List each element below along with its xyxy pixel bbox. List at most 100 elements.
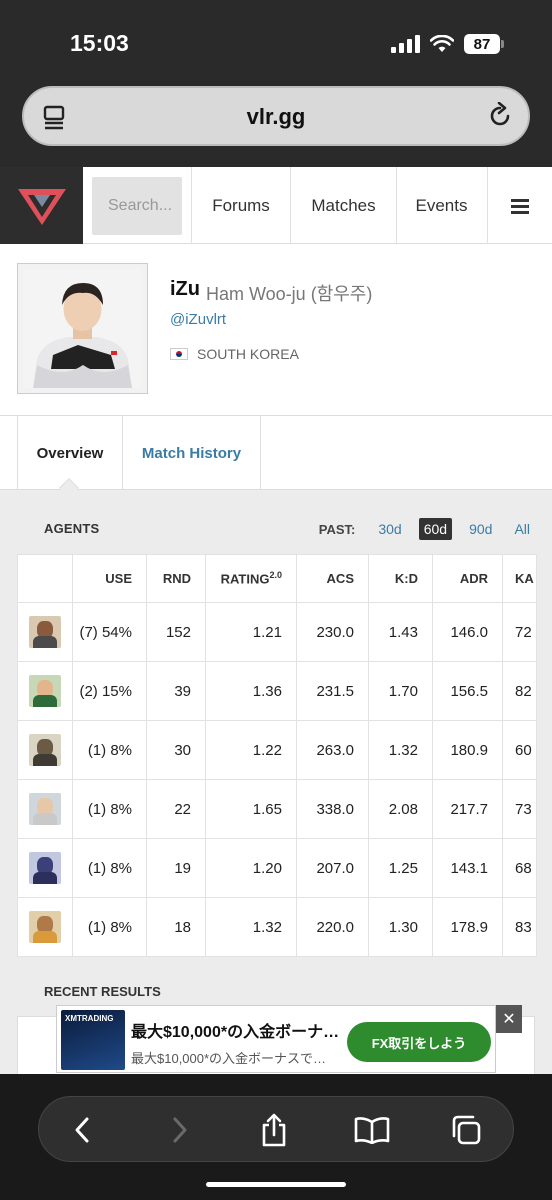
rating-cell: 1.36 (205, 661, 297, 721)
acs-cell: 220.0 (296, 897, 369, 957)
wifi-icon (430, 35, 454, 52)
rating-version: 2.0 (269, 570, 282, 581)
agent-portrait-icon (29, 734, 61, 766)
rating-cell: 1.20 (205, 838, 297, 898)
search-input[interactable]: Search... (92, 177, 182, 235)
adr-cell: 146.0 (432, 602, 503, 662)
player-alias: iZu (170, 278, 200, 300)
forward-button[interactable] (161, 1111, 199, 1149)
acs-cell: 231.5 (296, 661, 369, 721)
player-country: SOUTH KOREA (170, 346, 299, 362)
agent-cell (17, 602, 73, 662)
status-time: 15:03 (70, 30, 129, 56)
agent-portrait-icon (29, 911, 61, 943)
adr-cell: 180.9 (432, 720, 503, 780)
cellular-signal-icon (391, 35, 420, 53)
recent-results-title: RECENT RESULTS (44, 984, 161, 999)
kast-cell: 83 (502, 897, 537, 957)
acs-cell: 263.0 (296, 720, 369, 780)
agent-cell (17, 661, 73, 721)
reload-icon[interactable] (486, 102, 514, 130)
ad-subtitle: 最大$10,000*の入金ボーナスで… (131, 1051, 327, 1066)
period-30d[interactable]: 30d (373, 518, 406, 540)
agent-cell (17, 779, 73, 839)
address-bar[interactable]: vlr.gg (22, 86, 530, 146)
nav-forums[interactable]: Forums (191, 167, 290, 244)
rnd-cell: 39 (146, 661, 206, 721)
ad-banner[interactable]: XMTRADING 最大$10,000*の入金ボーナ… 最大$10,000*の入… (56, 1005, 496, 1073)
safari-toolbar (0, 1074, 552, 1200)
table-row: (2) 15% 39 1.36 231.5 1.70 156.5 82 (17, 661, 537, 721)
kast-cell: 73 (502, 779, 537, 839)
adr-cell: 156.5 (432, 661, 503, 721)
toolbar-pill (38, 1096, 514, 1162)
tabs-button[interactable] (447, 1111, 485, 1149)
table-header-row: USE RND RATING2.0 ACS K:D ADR KA (17, 554, 537, 603)
player-header: iZu Ham Woo-ju (함우주) @iZuvlrt SOUTH KORE… (0, 244, 552, 416)
column-rating: RATING2.0 (205, 554, 297, 603)
agents-table: USE RND RATING2.0 ACS K:D ADR KA (7) 54%… (17, 554, 537, 957)
share-button[interactable] (255, 1111, 293, 1149)
ad-close-button[interactable]: ✕ (496, 1005, 522, 1033)
agent-cell (17, 720, 73, 780)
south-korea-flag-icon (170, 348, 188, 360)
share-icon (262, 1113, 286, 1147)
chevron-right-icon (173, 1117, 187, 1143)
status-icons: 87 (391, 34, 504, 54)
period-filter: PAST: 30d 60d 90d All (319, 518, 535, 540)
period-90d[interactable]: 90d (464, 518, 497, 540)
nav-matches[interactable]: Matches (290, 167, 396, 244)
ad-title: 最大$10,000*の入金ボーナ… (131, 1024, 340, 1041)
country-name: SOUTH KOREA (197, 346, 299, 362)
agent-column-header (17, 554, 73, 603)
player-avatar (17, 263, 148, 394)
period-60d[interactable]: 60d (418, 518, 453, 540)
back-button[interactable] (63, 1111, 101, 1149)
adr-cell: 178.9 (432, 897, 503, 957)
table-row: (1) 8% 18 1.32 220.0 1.30 178.9 83 (17, 897, 537, 957)
ad-image: XMTRADING (61, 1010, 125, 1070)
ad-brand: XMTRADING (65, 1014, 114, 1023)
chevron-left-icon (75, 1117, 89, 1143)
rating-cell: 1.65 (205, 779, 297, 839)
table-row: (1) 8% 22 1.65 338.0 2.08 217.7 73 (17, 779, 537, 839)
column-use: USE (72, 554, 147, 603)
use-cell: (1) 8% (72, 779, 147, 839)
tabs-icon (452, 1115, 481, 1145)
agent-portrait-icon (29, 793, 61, 825)
kast-cell: 60 (502, 720, 537, 780)
period-all[interactable]: All (509, 518, 535, 540)
agent-cell (17, 838, 73, 898)
vlr-logo[interactable] (0, 167, 83, 244)
agents-section-title: AGENTS (44, 521, 100, 536)
bookmarks-button[interactable] (353, 1111, 391, 1149)
ios-top-bar: 15:03 87 vlr.gg (0, 0, 552, 167)
player-photo (23, 269, 142, 388)
acs-cell: 338.0 (296, 779, 369, 839)
kd-cell: 1.30 (368, 897, 433, 957)
use-cell: (1) 8% (72, 720, 147, 780)
rating-cell: 1.32 (205, 897, 297, 957)
kast-cell: 68 (502, 838, 537, 898)
table-row: (1) 8% 19 1.20 207.0 1.25 143.1 68 (17, 838, 537, 898)
nav-events[interactable]: Events (396, 167, 486, 244)
agent-cell (17, 897, 73, 957)
use-cell: (1) 8% (72, 838, 147, 898)
rnd-cell: 22 (146, 779, 206, 839)
player-twitter-link[interactable]: @iZuvlrt (170, 311, 226, 328)
hamburger-icon (511, 198, 529, 214)
player-real-name: Ham Woo-ju (함우주) (206, 284, 373, 304)
acs-cell: 207.0 (296, 838, 369, 898)
ad-cta-button[interactable]: FX取引をしよう (347, 1022, 491, 1062)
hamburger-menu-button[interactable] (487, 167, 552, 244)
rnd-cell: 152 (146, 602, 206, 662)
book-icon (354, 1117, 390, 1144)
rnd-cell: 30 (146, 720, 206, 780)
tab-match-history[interactable]: Match History (123, 416, 261, 490)
use-cell: (7) 54% (72, 602, 147, 662)
kd-cell: 1.70 (368, 661, 433, 721)
vlr-logo-icon (17, 188, 66, 225)
table-row: (7) 54% 152 1.21 230.0 1.43 146.0 72 (17, 602, 537, 662)
site-nav: Search... Forums Matches Events (0, 167, 552, 244)
acs-cell: 230.0 (296, 602, 369, 662)
